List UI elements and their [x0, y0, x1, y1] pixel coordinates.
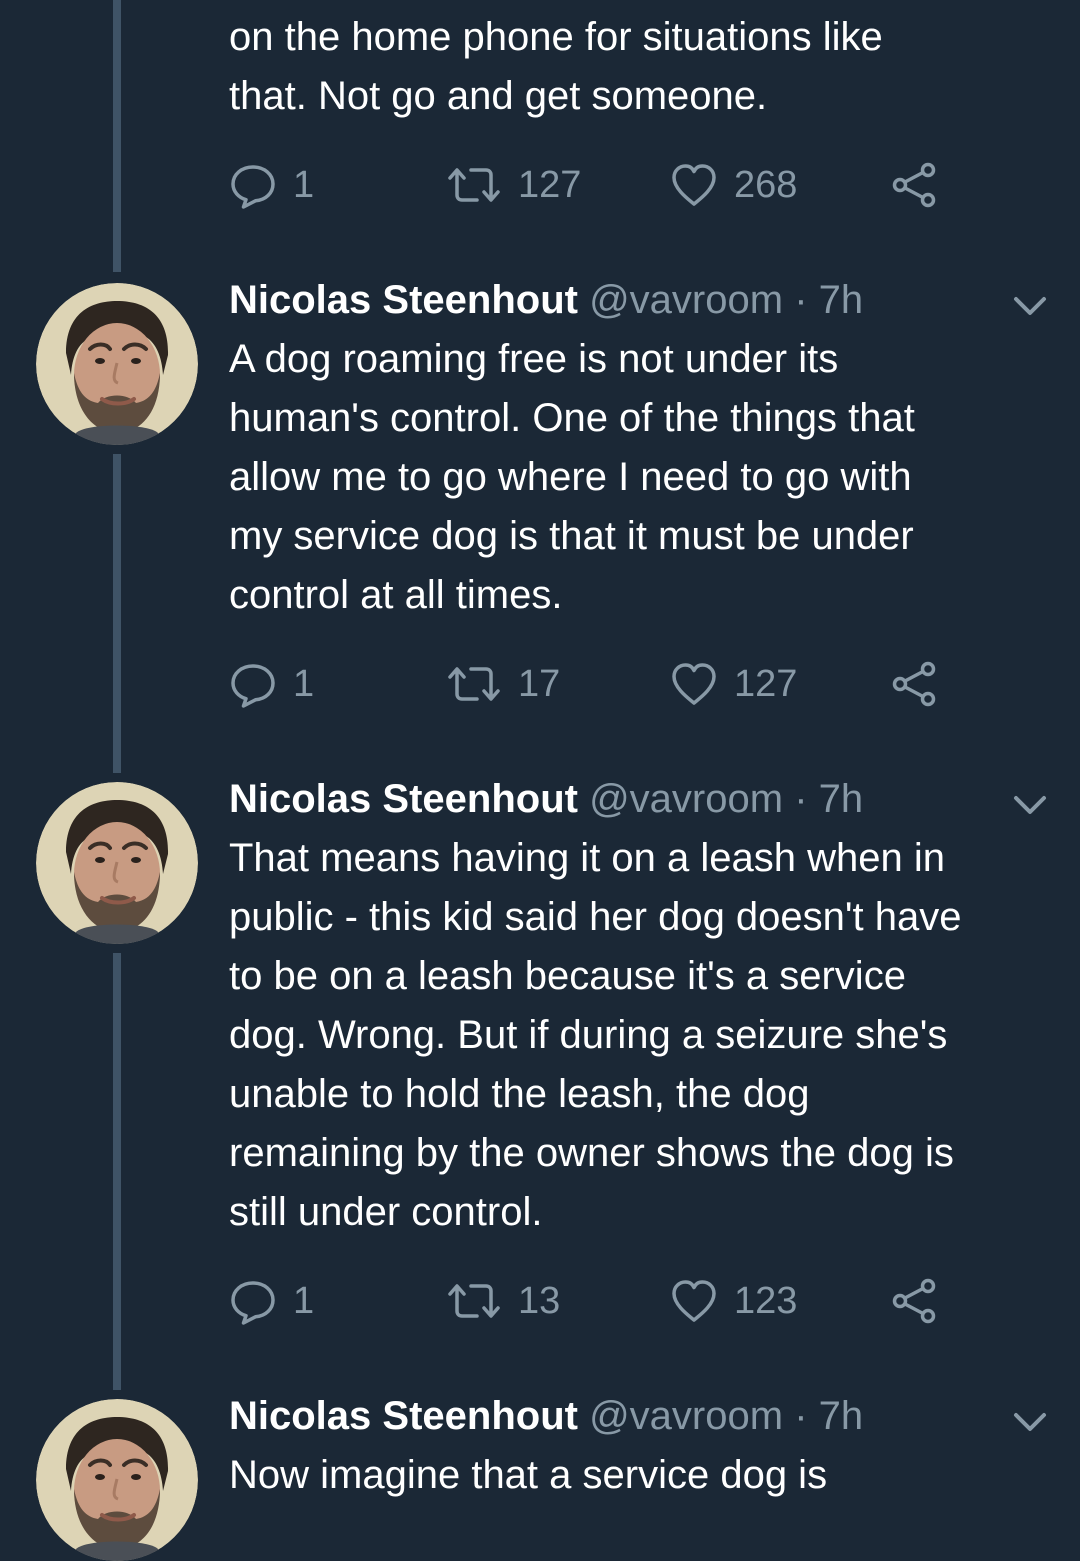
retweet-count: 13	[518, 1279, 561, 1322]
chevron-down-icon[interactable]	[1010, 790, 1050, 820]
timestamp[interactable]: 7h	[819, 777, 864, 821]
author-name[interactable]: Nicolas Steenhout	[229, 278, 578, 322]
avatar[interactable]	[36, 283, 198, 445]
share-icon	[890, 161, 938, 209]
share-icon	[890, 1277, 938, 1325]
retweet-button[interactable]: 127	[446, 160, 581, 210]
like-button[interactable]: 127	[670, 659, 797, 709]
author-handle[interactable]: @vavroom	[589, 777, 783, 821]
avatar[interactable]	[36, 782, 198, 944]
avatar[interactable]	[36, 1399, 198, 1561]
tweet-header: Nicolas Steenhout @vavroom · 7h	[229, 770, 863, 829]
reply-icon	[229, 660, 277, 708]
reply-icon	[229, 1277, 277, 1325]
share-button[interactable]	[890, 1276, 938, 1326]
tweet-header: Nicolas Steenhout @vavroom · 7h	[229, 271, 863, 330]
reply-count: 1	[293, 662, 315, 705]
like-count: 127	[734, 662, 798, 705]
tweet-header: Nicolas Steenhout @vavroom · 7h	[229, 1387, 863, 1446]
like-button[interactable]: 268	[670, 160, 797, 210]
author-handle[interactable]: @vavroom	[589, 278, 783, 322]
separator-dot: ·	[794, 777, 808, 821]
retweet-button[interactable]: 13	[446, 1276, 560, 1326]
share-button[interactable]	[890, 160, 938, 210]
heart-icon	[670, 161, 718, 209]
retweet-count: 17	[518, 662, 561, 705]
thread-connector-line	[113, 0, 121, 272]
timestamp[interactable]: 7h	[819, 1394, 864, 1438]
heart-icon	[670, 660, 718, 708]
chevron-down-icon[interactable]	[1010, 291, 1050, 321]
thread-connector-line	[113, 953, 121, 1390]
share-icon	[890, 660, 938, 708]
like-button[interactable]: 123	[670, 1276, 797, 1326]
author-name[interactable]: Nicolas Steenhout	[229, 1394, 578, 1438]
retweet-icon	[446, 161, 502, 209]
heart-icon	[670, 1277, 718, 1325]
author-name[interactable]: Nicolas Steenhout	[229, 777, 578, 821]
tweet-text: on the home phone for situations like th…	[229, 15, 883, 118]
retweet-icon	[446, 1277, 502, 1325]
reply-icon	[229, 161, 277, 209]
timestamp[interactable]: 7h	[819, 278, 864, 322]
separator-dot: ·	[794, 278, 808, 322]
tweet-text: Now imagine that a service dog is	[229, 1453, 828, 1497]
reply-count: 1	[293, 163, 315, 206]
retweet-icon	[446, 660, 502, 708]
reply-button[interactable]: 1	[229, 160, 314, 210]
reply-button[interactable]: 1	[229, 1276, 314, 1326]
share-button[interactable]	[890, 659, 938, 709]
retweet-count: 127	[518, 163, 582, 206]
reply-count: 1	[293, 1279, 315, 1322]
chevron-down-icon[interactable]	[1010, 1407, 1050, 1437]
retweet-button[interactable]: 17	[446, 659, 560, 709]
separator-dot: ·	[794, 1394, 808, 1438]
like-count: 123	[734, 1279, 798, 1322]
tweet-text: That means having it on a leash when in …	[229, 836, 962, 1234]
reply-button[interactable]: 1	[229, 659, 314, 709]
like-count: 268	[734, 163, 798, 206]
author-handle[interactable]: @vavroom	[589, 1394, 783, 1438]
thread-connector-line	[113, 454, 121, 773]
tweet-text: A dog roaming free is not under its huma…	[229, 337, 915, 617]
